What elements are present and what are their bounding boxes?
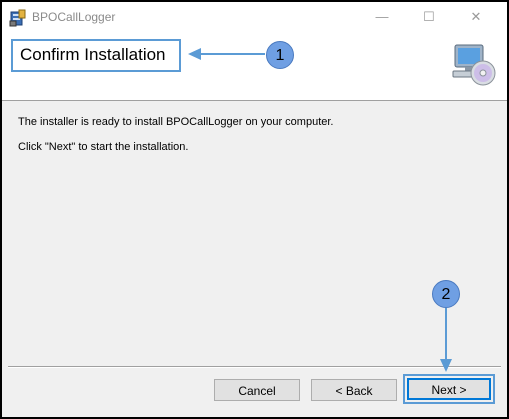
instruction-message: Click "Next" to start the installation. [18, 141, 189, 153]
heading-highlight-box: Confirm Installation [11, 39, 181, 72]
footer-divider [8, 366, 501, 368]
annotation-badge-2: 2 [432, 280, 460, 308]
minimize-button[interactable]: — [359, 2, 405, 32]
cancel-button[interactable]: Cancel [214, 379, 300, 401]
page-title: Confirm Installation [20, 45, 166, 64]
close-button[interactable]: ✕ [453, 2, 499, 32]
header-banner: Confirm Installation [2, 32, 507, 101]
window-title: BPOCallLogger [32, 10, 116, 24]
installer-window: BPOCallLogger — ☐ ✕ Confirm Installation… [2, 2, 507, 417]
next-button[interactable]: Next > [407, 378, 491, 400]
maximize-button[interactable]: ☐ [406, 2, 452, 32]
content-area: The installer is ready to install BPOCal… [2, 101, 507, 367]
computer-cd-icon [452, 44, 496, 86]
ready-message: The installer is ready to install BPOCal… [18, 116, 334, 128]
installer-app-icon [9, 9, 26, 27]
annotation-badge-1: 1 [266, 41, 294, 69]
title-bar[interactable]: BPOCallLogger — ☐ ✕ [2, 2, 507, 32]
back-button[interactable]: < Back [311, 379, 397, 401]
